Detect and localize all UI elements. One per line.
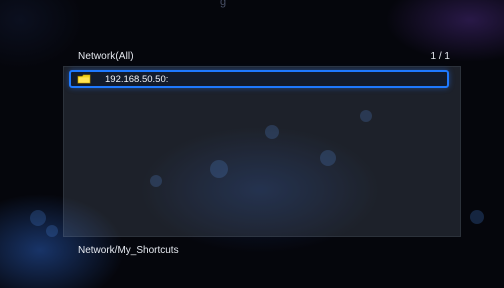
- bokeh-light: [30, 210, 46, 226]
- file-list-panel: [63, 66, 461, 237]
- folder-icon: [77, 74, 91, 84]
- current-path: Network/My_Shortcuts: [78, 245, 179, 256]
- list-item[interactable]: 192.168.50.50:: [69, 70, 449, 88]
- bokeh-light: [46, 225, 58, 237]
- list-item-label: 192.168.50.50:: [105, 74, 169, 85]
- browser-title: Network(All): [78, 51, 134, 62]
- top-strip-text: g: [220, 0, 227, 8]
- bokeh-light: [470, 210, 484, 224]
- page-counter: 1 / 1: [430, 51, 450, 62]
